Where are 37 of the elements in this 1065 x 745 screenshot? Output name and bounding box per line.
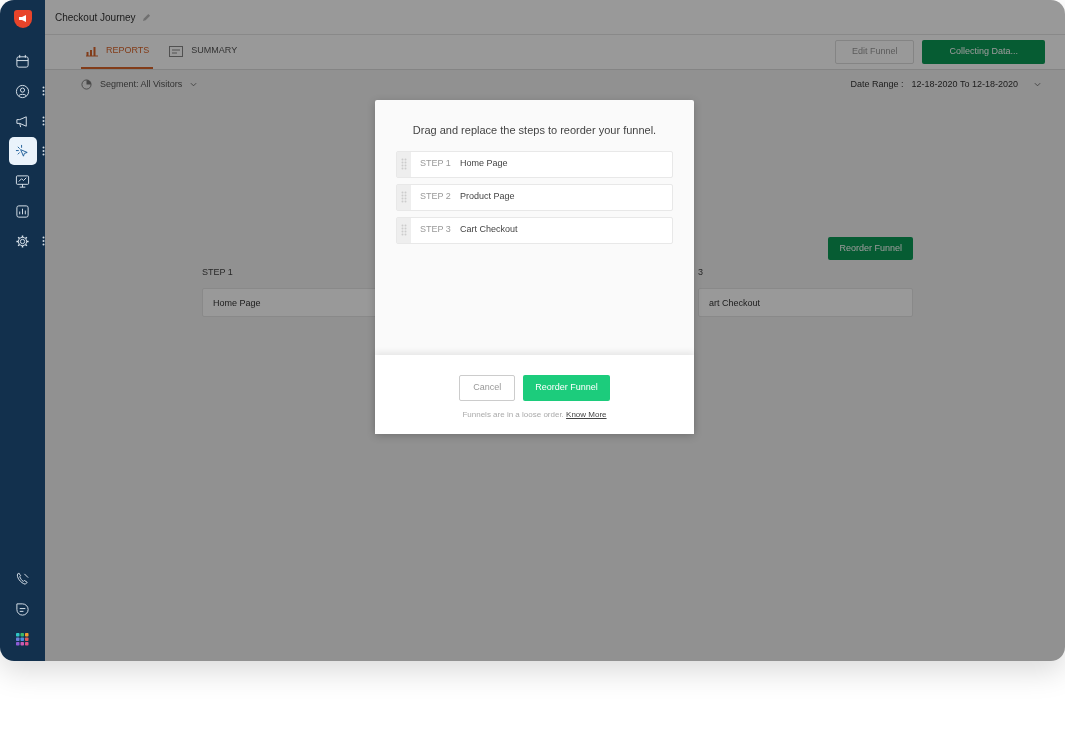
drag-handle-icon[interactable] — [397, 217, 411, 243]
tab[interactable]: REPORTS — [81, 35, 154, 69]
step-label: STEP 1 — [202, 266, 234, 279]
know-more-link[interactable]: Know More — [566, 409, 607, 419]
dialog-title: Drag and replace the steps to reorder your funnel. — [411, 123, 658, 138]
kebab-icon[interactable] — [41, 236, 45, 246]
step-field: art Checkout — [698, 287, 913, 317]
step-label: STEP 3 — [420, 223, 452, 237]
funnel-step-row[interactable]: STEP 3 Cart Checkout — [396, 216, 673, 244]
date-range-label: Date Range : — [850, 78, 904, 91]
pie-chart-icon — [81, 79, 92, 91]
kebab-icon[interactable] — [41, 116, 45, 126]
tab[interactable]: SUMMARY — [165, 35, 242, 69]
hint-text: Funnels are in a loose order. — [462, 409, 564, 419]
chevron-down-icon — [190, 82, 198, 88]
step-name: Cart Checkout — [460, 223, 518, 237]
segment-dropdown[interactable]: Segment: All Visitors — [81, 78, 198, 92]
step-name: Home Page — [460, 157, 508, 171]
kebab-icon[interactable] — [41, 146, 45, 156]
cursor-icon[interactable] — [8, 137, 37, 165]
logo-icon — [12, 9, 33, 29]
document-icon — [169, 45, 184, 57]
funnel-step-row[interactable]: STEP 2 Product Page — [396, 183, 673, 211]
page-title: Checkout Journey — [55, 10, 136, 25]
collecting-data-button[interactable]: Collecting Data... — [922, 40, 1045, 64]
funnel-step-row[interactable]: STEP 1 Home Page — [396, 150, 673, 178]
cancel-button[interactable]: Cancel — [459, 375, 516, 401]
drag-handle-icon[interactable] — [397, 151, 411, 177]
kebab-icon[interactable] — [41, 86, 45, 96]
drag-handle-icon[interactable] — [397, 184, 411, 210]
step-label: 3 — [698, 266, 704, 279]
step-label: STEP 2 — [420, 190, 452, 204]
step-label: STEP 1 — [420, 157, 452, 171]
bar-chart-icon — [85, 45, 98, 57]
step-name: Product Page — [460, 190, 515, 204]
date-range-value[interactable]: 12-18-2020 To 12-18-2020 — [911, 78, 1018, 92]
reorder-funnel-button[interactable]: Reorder Funnel — [828, 236, 913, 260]
